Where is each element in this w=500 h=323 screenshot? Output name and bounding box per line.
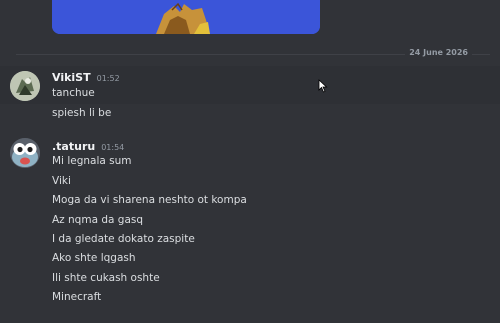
message-header: VikiST 01:52 — [52, 71, 120, 84]
date-divider-label: 24 June 2026 — [405, 48, 472, 57]
avatar-image — [10, 71, 40, 101]
timestamp: 01:52 — [96, 74, 120, 83]
message-text: tanchue — [52, 87, 95, 99]
avatar[interactable] — [10, 71, 40, 101]
message-group-vikist[interactable]: VikiST 01:52 tanchue — [0, 66, 500, 104]
message-text: Mi legnala sum — [52, 155, 132, 167]
message-text: Viki — [52, 175, 71, 187]
username[interactable]: VikiST — [52, 71, 91, 84]
message-text: I da gledate dokato zaspite — [52, 233, 195, 245]
message-text: Minecraft — [52, 291, 102, 303]
username[interactable]: .taturu — [52, 140, 95, 153]
avatar[interactable] — [10, 138, 40, 168]
message-text: Ili shte cukash oshte — [52, 272, 160, 284]
message-text: Moga da vi sharena neshto ot kompa — [52, 194, 247, 206]
message-text: Az nqma da gasq — [52, 214, 144, 226]
message-text: Ako shte lqgash — [52, 252, 136, 264]
chat-messages-area[interactable]: 24 June 2026 VikiST 01:52 tanchue spiesh… — [0, 0, 500, 323]
message-header: .taturu 01:54 — [52, 140, 124, 153]
message-group-taturu[interactable]: .taturu 01:54 Mi legnala sum Viki Moga d… — [0, 138, 500, 318]
image-content — [52, 0, 320, 34]
timestamp: 01:54 — [101, 143, 125, 152]
message-text: spiesh li be — [52, 107, 112, 119]
avatar-image — [10, 138, 40, 168]
message-image-attachment[interactable] — [52, 0, 320, 34]
mouse-cursor-icon — [318, 79, 328, 93]
